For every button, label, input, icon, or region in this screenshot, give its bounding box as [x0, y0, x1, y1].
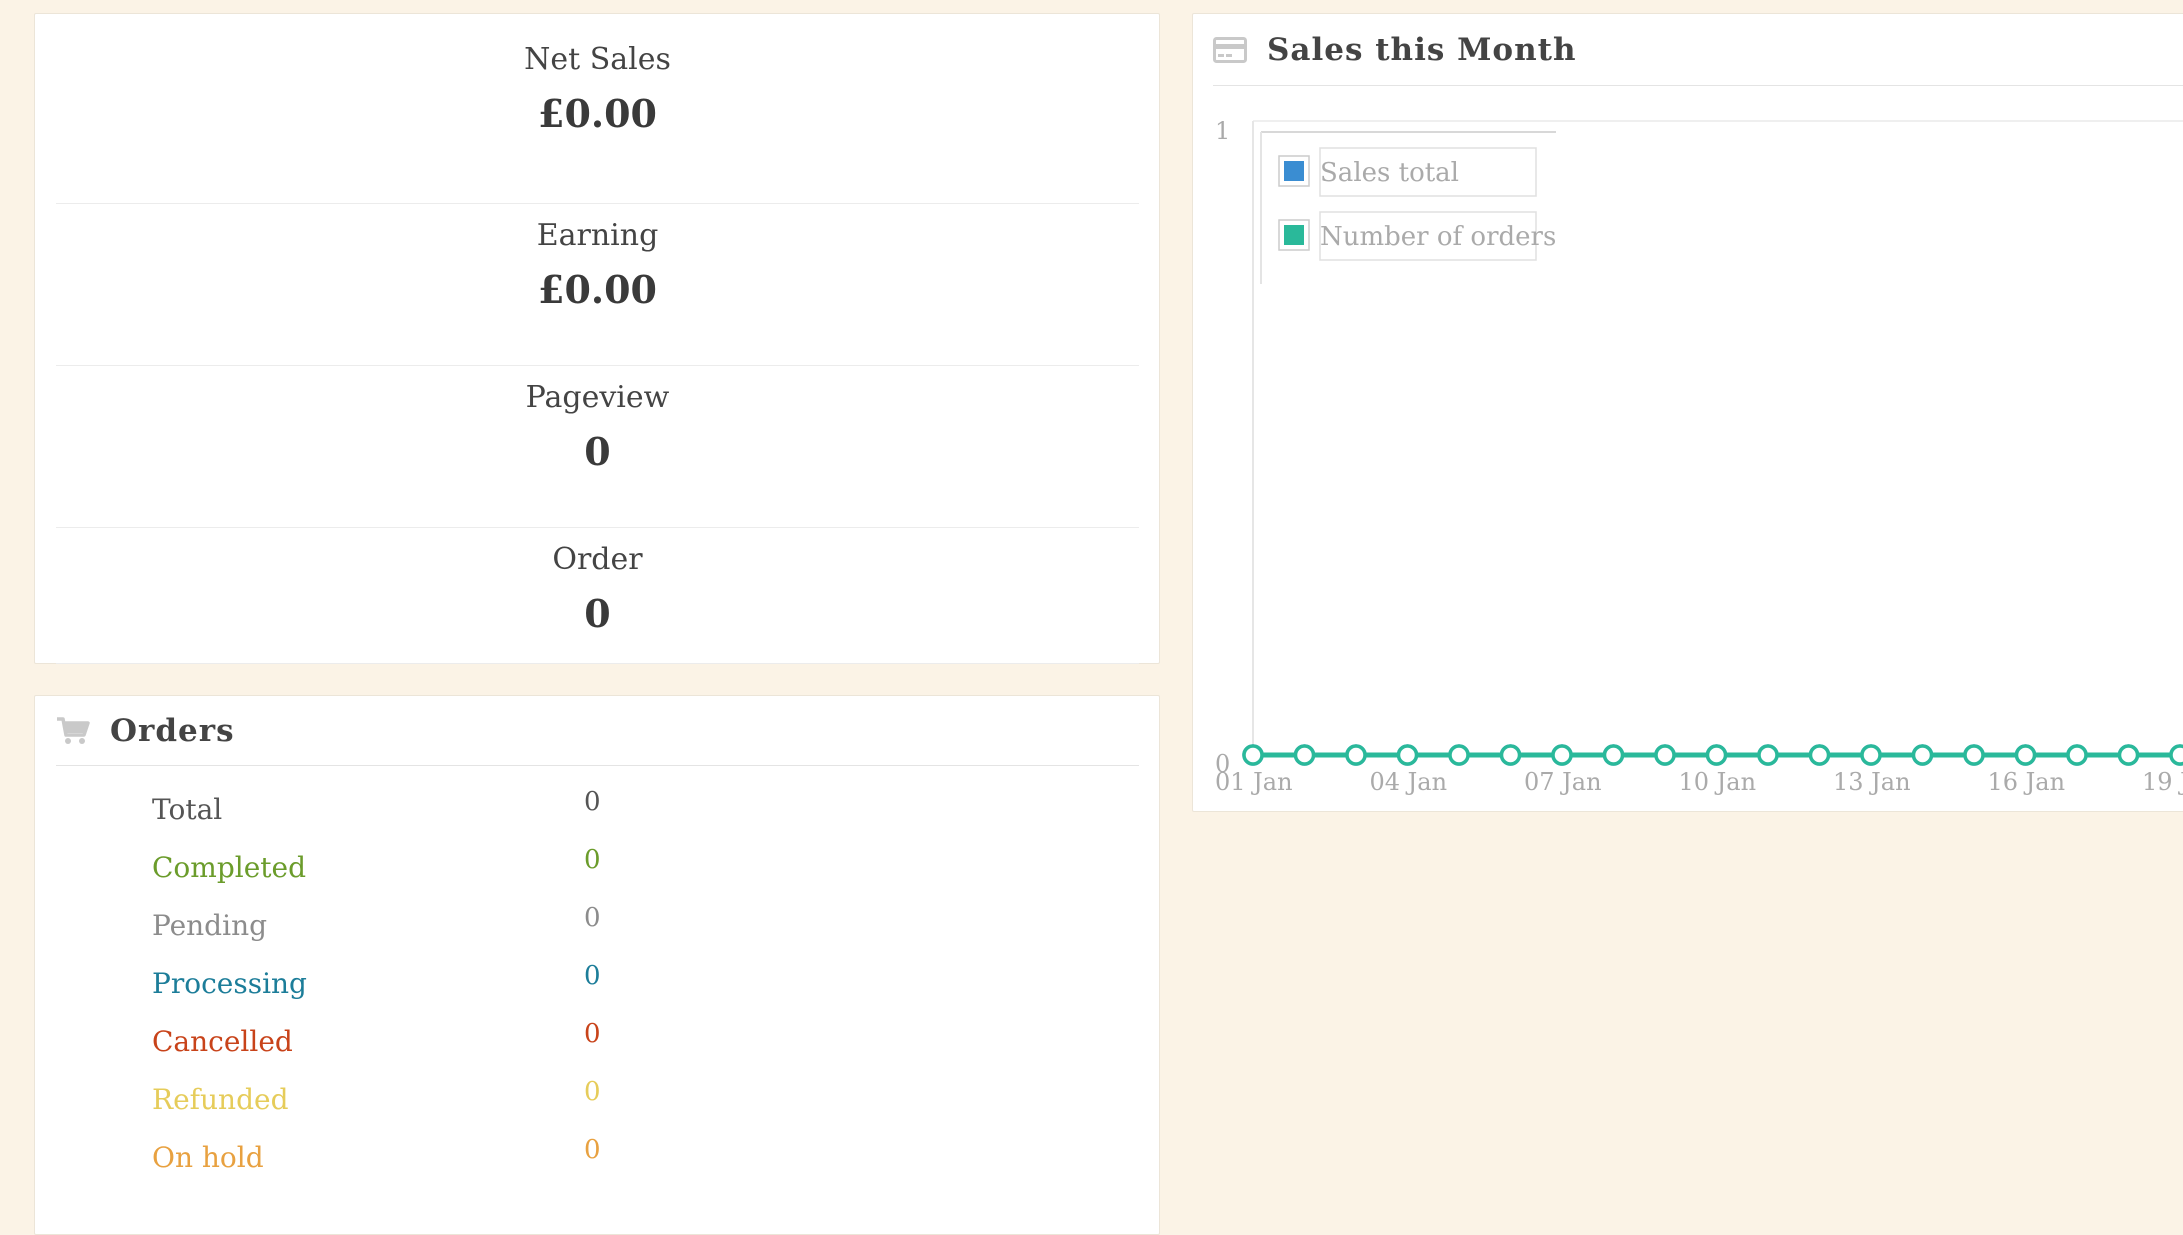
- order-status-count: 0: [584, 1019, 601, 1049]
- summary-panel: Net Sales £0.00 Earning £0.00 Pageview 0…: [34, 13, 1160, 664]
- series-point: [1448, 744, 1470, 766]
- order-label: Order: [552, 542, 643, 577]
- sales-line-chart: 0101 Jan 04 Jan 07 Jan 10 Jan 13 Jan 16 Jan 19…: [1215, 117, 2183, 796]
- legend-box: [1261, 132, 1556, 284]
- order-status-label[interactable]: On hold: [152, 1141, 264, 1174]
- legend-label: Sales total: [1320, 158, 1459, 188]
- series-point: [1551, 744, 1573, 766]
- series-point: [1654, 744, 1676, 766]
- order-status-row: Refunded 0: [35, 1077, 1159, 1123]
- earning-stat: Earning £0.00: [56, 204, 1139, 366]
- order-status-label[interactable]: Cancelled: [152, 1025, 293, 1058]
- x-tick-label: 13 Jan: [1833, 768, 1911, 796]
- pageview-stat: Pageview 0: [56, 366, 1139, 528]
- order-status-label[interactable]: Refunded: [152, 1083, 289, 1116]
- order-value: 0: [584, 591, 611, 636]
- y-tick-label: 1: [1215, 117, 1230, 145]
- pageview-value: 0: [584, 429, 611, 474]
- series-point: [1602, 744, 1625, 766]
- order-status-count: 0: [584, 845, 601, 875]
- order-status-row: Cancelled 0: [35, 1019, 1159, 1065]
- sales-chart-panel: Sales this Month 0 1 01 Jan 04 Jan 07 Jan 10 …: [1192, 13, 2183, 812]
- legend-label: Number of orders: [1320, 222, 1556, 252]
- order-status-row: Total 0: [35, 787, 1159, 833]
- order-stat: Order 0: [56, 528, 1139, 664]
- order-status-row: On hold 0: [35, 1135, 1159, 1181]
- x-tick-label: 16 Jan: [1988, 768, 2066, 796]
- x-tick-label: 10 Jan: [1679, 768, 1757, 796]
- series-point: [1293, 744, 1316, 766]
- order-status-row: Pending 0: [35, 903, 1159, 949]
- earning-value: £0.00: [538, 267, 657, 312]
- series-point: [1499, 744, 1522, 766]
- x-tick-label: 01 Jan: [1215, 768, 1293, 796]
- x-tick-label: 19 Jan: [2142, 768, 2183, 796]
- series-point: [2117, 744, 2140, 766]
- series-point: [2169, 744, 2183, 766]
- orders-panel: Orders Total 0 Completed 0 Pending 0 Processin…: [34, 695, 1160, 1235]
- order-status-label[interactable]: Processing: [152, 967, 307, 1000]
- earning-label: Earning: [536, 218, 659, 253]
- order-status-count: 0: [584, 1135, 601, 1165]
- cart-icon: [57, 716, 90, 744]
- order-status-count: 0: [584, 787, 601, 817]
- legend-swatch: [1284, 225, 1304, 245]
- order-status-label[interactable]: Completed: [152, 851, 306, 884]
- order-status-count: 0: [584, 961, 601, 991]
- order-status-row: Completed 0: [35, 845, 1159, 891]
- order-status-row: Processing 0: [35, 961, 1159, 1007]
- series-point: [1911, 744, 1934, 766]
- series-point: [1345, 744, 1367, 766]
- series-point: [1242, 744, 1264, 766]
- series-point: [1396, 744, 1419, 766]
- order-status-label[interactable]: Pending: [152, 909, 267, 942]
- series-point: [1757, 744, 1779, 766]
- series-point: [1808, 744, 1831, 766]
- series-point: [1860, 744, 1882, 766]
- order-status-count: 0: [584, 1077, 601, 1107]
- net-sales-stat: Net Sales £0.00: [56, 42, 1139, 204]
- net-sales-value: £0.00: [538, 91, 657, 136]
- legend-swatch: [1284, 161, 1304, 181]
- x-tick-label: 04 Jan: [1370, 768, 1448, 796]
- order-status-count: 0: [584, 903, 601, 933]
- pageview-label: Pageview: [525, 380, 670, 415]
- series-point: [1705, 744, 1728, 766]
- series-point: [2066, 744, 2088, 766]
- net-sales-label: Net Sales: [524, 42, 671, 77]
- order-status-label[interactable]: Total: [152, 793, 222, 826]
- orders-header: Orders: [56, 696, 1139, 766]
- series-point: [2014, 744, 2037, 766]
- orders-title: Orders: [110, 712, 235, 749]
- series-point: [1963, 744, 1985, 766]
- x-tick-label: 07 Jan: [1524, 768, 1602, 796]
